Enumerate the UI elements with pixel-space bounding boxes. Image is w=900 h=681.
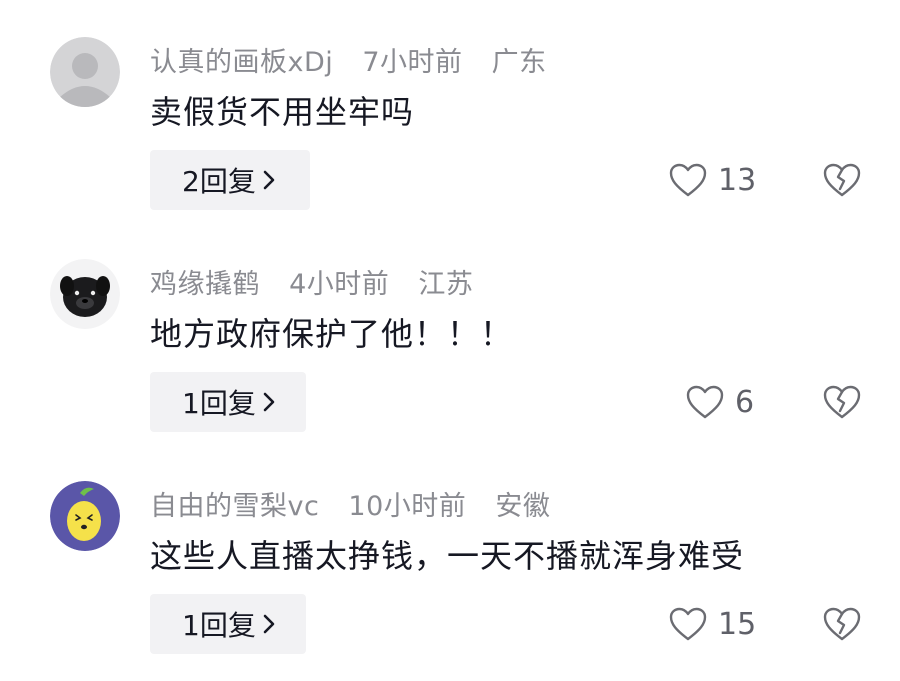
username[interactable]: 自由的雪梨vc <box>150 491 319 522</box>
like-count: 13 <box>718 162 757 198</box>
like-count: 6 <box>735 384 755 420</box>
broken-heart-icon <box>823 163 861 197</box>
comment-time: 4小时前 <box>289 269 390 300</box>
comment-text: 这些人直播太挣钱，一天不播就浑身难受 <box>150 537 745 575</box>
like-button[interactable]: 15 <box>668 606 756 642</box>
username[interactable]: 认真的画板xDj <box>150 47 333 78</box>
comment-item: 自由的雪梨vc 10小时前 安徽 这些人直播太挣钱，一天不播就浑身难受 1回复 … <box>0 481 900 681</box>
comment-meta: 自由的雪梨vc 10小时前 安徽 <box>150 484 570 523</box>
avatar[interactable] <box>50 37 120 107</box>
comment-location: 江苏 <box>418 269 474 300</box>
broken-heart-icon <box>823 385 861 419</box>
view-replies-button[interactable]: 2回复 <box>150 150 310 210</box>
broken-heart-icon <box>823 607 861 641</box>
heart-outline-icon <box>668 162 708 198</box>
comment-location: 广东 <box>491 47 547 78</box>
chevron-right-icon <box>262 613 276 635</box>
comment-time: 7小时前 <box>362 47 463 78</box>
reply-count-label: 2回复 <box>182 165 256 198</box>
like-count: 15 <box>718 606 757 642</box>
username[interactable]: 鸡缘撬鹤 <box>150 269 260 300</box>
comment-text: 地方政府保护了他！！！ <box>150 315 514 353</box>
avatar[interactable] <box>50 481 120 551</box>
like-button[interactable]: 6 <box>685 384 754 420</box>
view-replies-button[interactable]: 1回复 <box>150 372 306 432</box>
comment-time: 10小时前 <box>348 491 467 522</box>
comment-location: 安徽 <box>495 491 551 522</box>
heart-outline-icon <box>668 606 708 642</box>
dislike-button[interactable] <box>822 384 862 420</box>
chevron-right-icon <box>262 391 276 413</box>
reply-count-label: 1回复 <box>182 609 256 642</box>
comment-item: 认真的画板xDj 7小时前 广东 卖假货不用坐牢吗 2回复 13 <box>0 37 900 237</box>
view-replies-button[interactable]: 1回复 <box>150 594 306 654</box>
chevron-right-icon <box>262 169 276 191</box>
avatar[interactable] <box>50 259 120 329</box>
comment-item: 鸡缘撬鹤 4小时前 江苏 地方政府保护了他！！！ 1回复 6 <box>0 259 900 459</box>
comment-meta: 认真的画板xDj 7小时前 广东 <box>150 40 567 79</box>
dislike-button[interactable] <box>822 162 862 198</box>
comment-meta: 鸡缘撬鹤 4小时前 江苏 <box>150 262 493 301</box>
heart-outline-icon <box>685 384 725 420</box>
like-button[interactable]: 13 <box>668 162 756 198</box>
lemon-cartoon-avatar-icon <box>50 481 120 551</box>
black-dog-avatar-icon <box>50 259 120 329</box>
default-avatar-icon <box>50 37 120 107</box>
dislike-button[interactable] <box>822 606 862 642</box>
reply-count-label: 1回复 <box>182 387 256 420</box>
comment-text: 卖假货不用坐牢吗 <box>150 93 415 131</box>
